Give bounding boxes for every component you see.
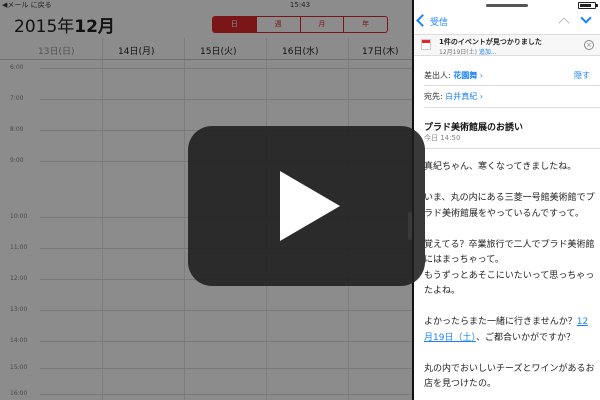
sender-name[interactable]: 花園舞 <box>453 71 477 80</box>
back-chevron-icon[interactable] <box>416 14 429 27</box>
play-icon[interactable] <box>280 171 340 241</box>
mail-date: 今日 14:50 <box>424 134 461 142</box>
body-text: 、ご都合いかがですか？ <box>475 332 575 343</box>
mail-nav-bar: 受信 <box>414 12 600 34</box>
to-label: 宛先: <box>424 92 443 101</box>
body-paragraph: 真紀ちゃん、寒くなってきましたね。 <box>424 162 577 172</box>
battery-icon <box>578 2 598 9</box>
event-found-banner[interactable]: 1件のイベントが見つかりました 12月19日(土) 追加... × <box>414 34 600 56</box>
body-paragraph: 丸の内でおいしいチーズとワインがあるお店を見つけたの。 <box>424 363 595 390</box>
mail-body: 真紀ちゃん、寒くなってきましたね。 いま、丸の内にある三菱一号館美術館でプラド美… <box>424 160 596 400</box>
add-event-link[interactable]: 追加... <box>479 49 497 56</box>
battery-fill <box>580 4 592 7</box>
banner-subtitle: 12月19日(土) 追加... <box>439 47 497 56</box>
status-bar: ◀メール に戻る 15:43 <box>0 0 600 11</box>
mail-pane: 受信 1件のイベントが見つかりました 12月19日(土) 追加... × 差出人… <box>414 0 600 400</box>
hide-details-link[interactable]: 隠す <box>574 70 590 81</box>
recipient-name[interactable]: 白井真紀 <box>445 92 477 101</box>
header-divider <box>424 85 600 86</box>
inbox-back-button[interactable]: 受信 <box>430 15 448 28</box>
close-icon[interactable]: × <box>584 40 594 50</box>
calendar-icon <box>421 39 431 50</box>
from-row: 差出人: 花園舞 › <box>424 71 483 80</box>
body-paragraph: もうずっとあそこにいたいって思っちゃったよね。 <box>424 270 595 297</box>
header-divider <box>424 148 600 149</box>
status-time: 15:43 <box>289 1 311 9</box>
header-divider <box>424 107 600 108</box>
body-paragraph: いま、丸の内にある三菱一号館美術館でプラド美術館展をやっているんですって。 <box>424 193 595 219</box>
next-message-icon[interactable] <box>580 12 592 24</box>
from-label: 差出人: <box>424 71 451 80</box>
body-paragraph: よかったらまた一緒に行きませんか？12月19日（土）、ご都合いかがですか？ <box>424 315 596 346</box>
mail-subject: プラド美術館展のお誘い <box>424 123 524 133</box>
banner-title: 1件のイベントが見つかりました <box>439 38 542 46</box>
previous-message-icon[interactable] <box>558 17 570 29</box>
body-paragraph: 覚えてる？卒業旅行で二人でプラド美術館にはまっちゃって。 <box>424 239 595 266</box>
video-play-overlay[interactable] <box>188 126 425 286</box>
to-row: 宛先: 白井真紀 › <box>424 92 483 101</box>
banner-date: 12月19日(土) <box>439 49 477 56</box>
body-text: よかったらまた一緒に行きませんか？ <box>424 317 577 327</box>
